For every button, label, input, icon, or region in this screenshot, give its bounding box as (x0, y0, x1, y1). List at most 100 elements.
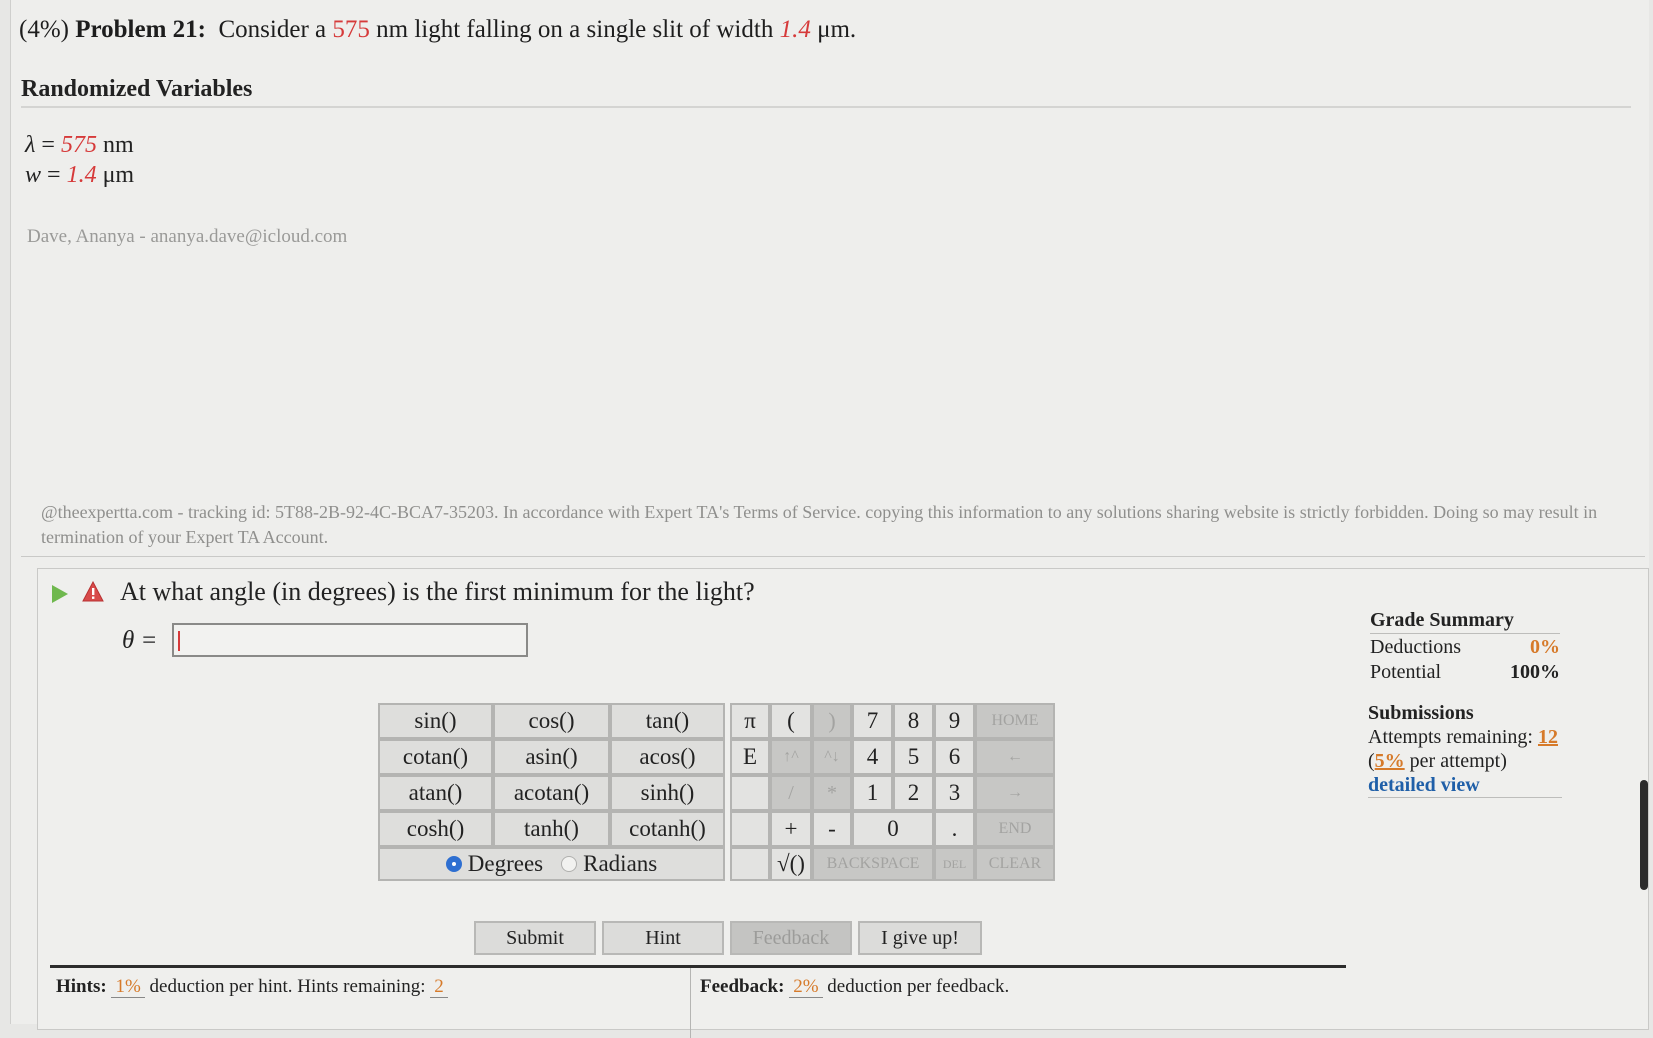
hint-button[interactable]: Hint (602, 921, 724, 955)
key-divide[interactable]: / (770, 775, 812, 811)
hints-pct: 1% (111, 976, 145, 998)
feedback-button[interactable]: Feedback (730, 921, 852, 955)
attempts-value: 12 (1537, 726, 1558, 748)
submit-button[interactable]: Submit (474, 921, 596, 955)
theta-label: θ = (122, 627, 158, 654)
problem-wavelength: 575 (332, 16, 370, 43)
w-symbol: w (25, 162, 42, 188)
attempts-remaining: Attempts remaining: 12 (1368, 725, 1562, 749)
key-cos[interactable]: cos() (493, 703, 610, 739)
divider (21, 556, 1645, 557)
feedback-info: Feedback: 2% deduction per feedback. (700, 976, 1009, 998)
degrees-radio[interactable] (445, 856, 462, 872)
key-up[interactable]: ↑^ (770, 739, 812, 775)
hints-text: deduction per hint. Hints remaining: (149, 976, 426, 997)
question-panel: At what angle (in degrees) is the first … (37, 568, 1649, 1038)
give-up-button[interactable]: I give up! (858, 921, 982, 955)
key-5[interactable]: 5 (893, 739, 934, 775)
key-right[interactable]: → (975, 775, 1055, 811)
key-4[interactable]: 4 (852, 739, 893, 775)
key-backspace[interactable]: BACKSPACE (812, 847, 934, 881)
key-home[interactable]: HOME (975, 703, 1055, 739)
w-unit: μm (102, 162, 135, 188)
deductions-row: Deductions 0% (1370, 636, 1560, 659)
key-9[interactable]: 9 (934, 703, 975, 739)
radians-radio[interactable] (561, 856, 578, 872)
feedback-pct: 2% (789, 976, 823, 998)
problem-text-after: μm. (817, 16, 857, 43)
key-left[interactable]: ← (975, 739, 1055, 775)
per-attempt-value: 5% (1374, 750, 1405, 772)
key-dot[interactable]: . (934, 811, 975, 847)
key-2[interactable]: 2 (893, 775, 934, 811)
student-identity: Dave, Ananya - ananya.dave@icloud.com (27, 226, 348, 247)
randomized-variables-title: Randomized Variables (21, 76, 253, 102)
problem-text-before: Consider a (218, 16, 327, 43)
key-down[interactable]: ^↓ (812, 739, 852, 775)
key-sqrt[interactable]: √() (770, 847, 812, 881)
question-text: At what angle (in degrees) is the first … (120, 577, 755, 606)
key-acotan[interactable]: acotan() (493, 775, 610, 811)
tracking-notice: @theexpertta.com - tracking id: 5T88-2B-… (41, 502, 1598, 547)
key-0[interactable]: 0 (852, 811, 934, 847)
detailed-view-link[interactable]: detailed view (1368, 773, 1562, 798)
key-8[interactable]: 8 (893, 703, 934, 739)
potential-value: 100% (1510, 661, 1560, 683)
key-pi[interactable]: π (730, 703, 770, 739)
problem-page: (4%) Problem 21: Consider a 575 nm light… (10, 0, 1649, 1038)
key-minus[interactable]: - (812, 811, 852, 847)
potential-row: Potential 100% (1370, 661, 1560, 684)
key-7[interactable]: 7 (852, 703, 893, 739)
key-cotanh[interactable]: cotanh() (610, 811, 725, 847)
scrollbar-thumb[interactable] (1640, 780, 1648, 890)
answer-input[interactable] (172, 623, 528, 657)
key-3[interactable]: 3 (934, 775, 975, 811)
attempts-label: Attempts remaining: (1368, 726, 1533, 748)
key-plus[interactable]: + (770, 811, 812, 847)
hints-label: Hints: (56, 976, 107, 997)
key-acos[interactable]: acos() (610, 739, 725, 775)
key-close-paren[interactable]: ) (812, 703, 852, 739)
equals-sign: = (41, 132, 55, 158)
key-del[interactable]: DEL (934, 847, 975, 881)
key-end[interactable]: END (975, 811, 1055, 847)
problem-label: Problem 21: (75, 16, 206, 43)
angle-mode-selector: Degrees Radians (378, 847, 725, 881)
key-sinh[interactable]: sinh() (610, 775, 725, 811)
key-asin[interactable]: asin() (493, 739, 610, 775)
key-tan[interactable]: tan() (610, 703, 725, 739)
equals-sign: = (47, 162, 61, 188)
per-attempt: (5% per attempt) (1368, 749, 1562, 773)
per-attempt-open: ( (1368, 750, 1375, 772)
key-cosh[interactable]: cosh() (378, 811, 493, 847)
problem-width: 1.4 (779, 16, 811, 43)
key-sin[interactable]: sin() (378, 703, 493, 739)
submissions-panel: Submissions Attempts remaining: 12 (5% p… (1368, 701, 1562, 798)
key-open-paren[interactable]: ( (770, 703, 812, 739)
hints-remaining: 2 (430, 976, 448, 998)
text-caret (178, 631, 180, 651)
key-clear[interactable]: CLEAR (975, 847, 1055, 881)
lambda-symbol: λ (25, 132, 36, 158)
key-multiply[interactable]: * (812, 775, 852, 811)
divider (690, 968, 691, 1038)
per-attempt-close: per attempt) (1409, 750, 1507, 772)
expand-arrow-icon[interactable] (52, 585, 68, 603)
problem-text-mid: nm light falling on a single slit of wid… (376, 16, 774, 43)
problem-weight: (4%) (19, 16, 69, 43)
key-empty (730, 811, 770, 847)
key-atan[interactable]: atan() (378, 775, 493, 811)
hints-feedback-bar: Hints: 1% deduction per hint. Hints rema… (50, 965, 1346, 1038)
key-tanh[interactable]: tanh() (493, 811, 610, 847)
key-1[interactable]: 1 (852, 775, 893, 811)
key-cotan[interactable]: cotan() (378, 739, 493, 775)
degrees-label[interactable]: Degrees (468, 851, 543, 877)
variable-lambda: λ = 575 nm (25, 132, 134, 159)
key-e[interactable]: E (730, 739, 770, 775)
deductions-label: Deductions (1370, 636, 1462, 658)
key-6[interactable]: 6 (934, 739, 975, 775)
lambda-unit: nm (102, 132, 134, 158)
feedback-text: deduction per feedback. (827, 976, 1010, 997)
divider (21, 106, 1631, 108)
radians-label[interactable]: Radians (583, 851, 657, 877)
